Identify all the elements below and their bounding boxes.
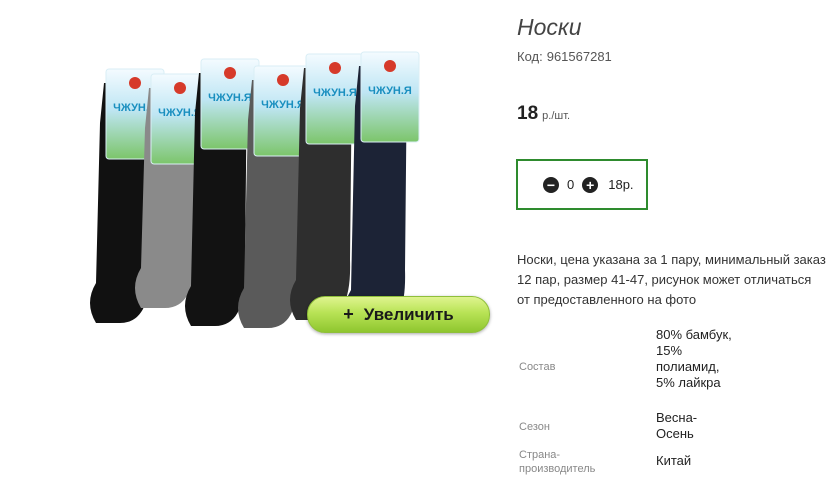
- socks-illustration: ЧЖУН.Я ЧЖУН.ЯЧЖУН.ЯЧЖУН.ЯЧЖУН.Я ЧЖУН.Я: [90, 51, 420, 330]
- property-row: Сезон Весна-Осень: [517, 410, 827, 446]
- zoom-label: Увеличить: [363, 304, 454, 324]
- brand-logo-icon: [224, 67, 236, 79]
- brand-logo-icon: [129, 77, 141, 89]
- code-label: Код:: [517, 49, 543, 64]
- product-image[interactable]: ЧЖУН.Я ЧЖУН.Я ЧЖУН.Я ЧЖУН.Я ЧЖУН.Я ЧЖУН.Я: [80, 38, 500, 338]
- package-brand-text: ЧЖУН.Я: [261, 99, 305, 111]
- property-value: Весна-Осень: [656, 410, 698, 441]
- brand-logo-icon: [277, 74, 289, 86]
- plus-icon: +: [343, 304, 354, 324]
- brand-logo-icon: [174, 82, 186, 94]
- package-brand-text: ЧЖУН.Я: [208, 92, 252, 104]
- code-value: 961567281: [546, 49, 612, 64]
- property-row: Страна-производитель Китай: [517, 448, 827, 480]
- package-brand-text: ЧЖУН.Я: [313, 87, 357, 99]
- property-key: Страна-производитель: [519, 449, 596, 475]
- quantity-stepper: − 0 + 18р.: [516, 159, 648, 210]
- quantity-total: 18р.: [608, 177, 634, 192]
- property-key: Сезон: [519, 421, 550, 433]
- property-value: 80% бамбук, 15% полиамид, 5% лайкра: [656, 327, 732, 390]
- price-unit: р./шт.: [542, 110, 571, 122]
- plus-circle-icon[interactable]: +: [582, 176, 599, 193]
- product-price: 18 р./шт.: [517, 103, 570, 125]
- package-brand-text: ЧЖУН.Я: [368, 85, 412, 97]
- minus-icon[interactable]: −: [543, 176, 559, 193]
- product-description: Носки, цена указана за 1 пару, минимальн…: [517, 252, 826, 307]
- zoom-button[interactable]: + Увеличить: [307, 296, 490, 333]
- property-value: Китай: [656, 453, 692, 468]
- property-row: Состав 80% бамбук, 15% полиамид, 5% лайк…: [517, 326, 827, 404]
- product-code: Код: 961567281: [517, 49, 612, 64]
- brand-logo-icon: [329, 62, 341, 74]
- product-title: Носки: [517, 14, 582, 40]
- brand-logo-icon: [384, 60, 396, 72]
- quantity-value[interactable]: 0: [567, 177, 574, 192]
- price-value: 18: [517, 103, 539, 124]
- property-key: Состав: [519, 361, 556, 373]
